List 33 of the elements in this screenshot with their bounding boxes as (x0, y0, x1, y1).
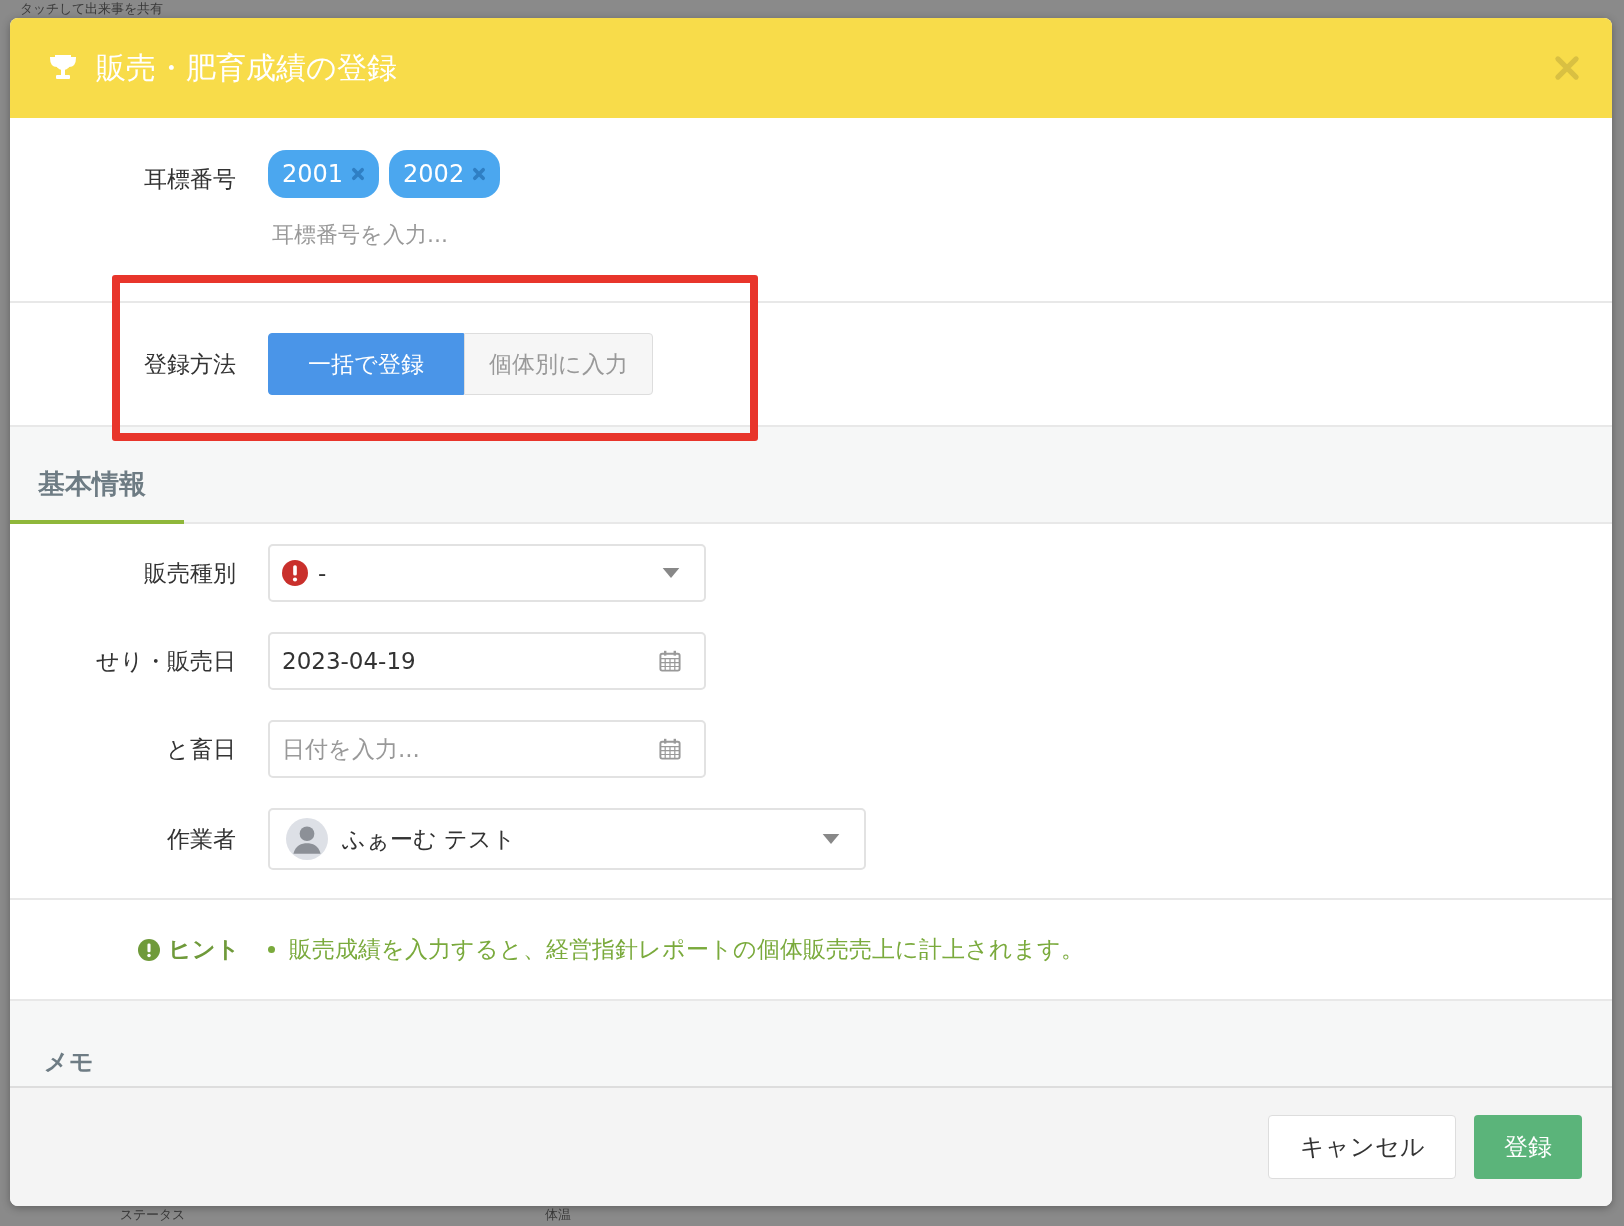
hint-label: ヒント (168, 935, 240, 964)
background-text: タッチして出来事を共有 (20, 1, 163, 16)
field-label: と畜日 (165, 734, 237, 764)
section-title: メモ (44, 1047, 94, 1078)
date-field[interactable]: 日付を入力... (268, 720, 706, 778)
remove-icon[interactable] (472, 167, 487, 181)
calendar-icon[interactable] (658, 649, 682, 673)
cancel-button[interactable]: キャンセル (1268, 1115, 1456, 1179)
background-text: ステータス (120, 1206, 185, 1224)
field-label: 登録方法 (143, 349, 237, 379)
caret-icon (822, 834, 840, 844)
date-field[interactable]: 2023-04-19 (268, 632, 706, 690)
dialog-title: 販売・肥育成績の登録 (96, 48, 398, 87)
segment-button[interactable]: 個体別に入力 (464, 333, 653, 395)
tag-chip[interactable]: 2001 (268, 150, 380, 198)
section-tab[interactable]: 基本情報 (10, 466, 184, 524)
field-label: 耳標番号 (143, 165, 237, 194)
tag-chip[interactable]: 2002 (389, 150, 501, 198)
remove-icon[interactable] (351, 167, 366, 181)
field-label: 販売種別 (143, 558, 237, 588)
avatar-icon (286, 818, 328, 860)
info-icon (138, 938, 160, 961)
field-label: せり・販売日 (95, 646, 237, 676)
hint-text: 販売成績を入力すると、経営指針レポートの個体販売売上に計上されます。 (289, 935, 1084, 964)
submit-button[interactable]: 登録 (1474, 1115, 1582, 1179)
background-text: 体温 (545, 1206, 571, 1224)
field-label: 作業者 (166, 824, 237, 854)
select-field[interactable]: - (268, 544, 706, 602)
select-field[interactable]: ふぁーむ テスト (268, 808, 866, 870)
calendar-icon[interactable] (658, 737, 682, 761)
segment-button[interactable]: 一括で登録 (268, 333, 464, 395)
bullet-icon (268, 946, 275, 953)
caret-icon (662, 568, 680, 578)
